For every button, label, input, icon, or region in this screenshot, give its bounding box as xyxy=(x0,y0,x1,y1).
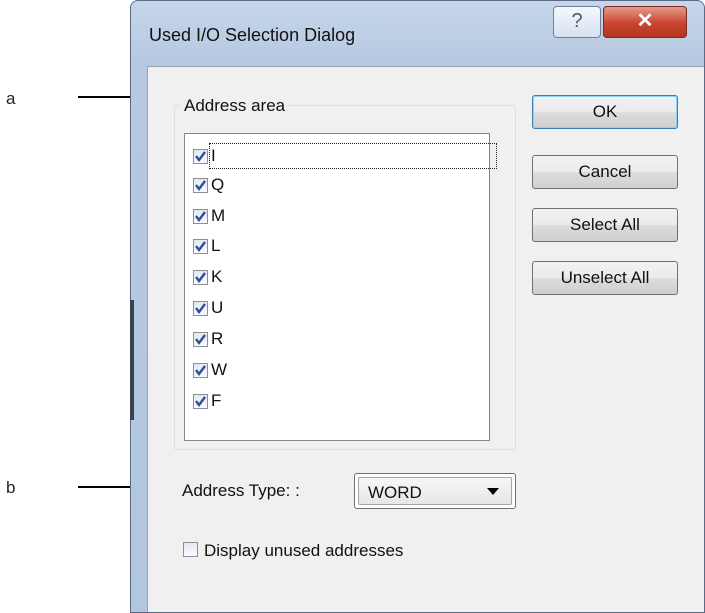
list-item-m[interactable]: M xyxy=(193,202,225,230)
checkbox-i[interactable] xyxy=(193,148,208,164)
list-item-label: I xyxy=(209,143,497,169)
check-icon xyxy=(195,179,206,191)
close-icon: ✕ xyxy=(636,10,654,32)
annotation-label-b: b xyxy=(6,478,16,497)
help-icon: ? xyxy=(571,10,583,32)
check-icon xyxy=(195,240,206,252)
select-all-button[interactable]: Select All xyxy=(532,208,678,242)
list-item-w[interactable]: W xyxy=(193,356,227,384)
display-unused-label: Display unused addresses xyxy=(204,541,404,560)
list-item-label: K xyxy=(211,267,223,286)
address-type-value: WORD xyxy=(368,483,422,502)
unselect-all-button[interactable]: Unselect All xyxy=(532,261,678,295)
list-item-l[interactable]: L xyxy=(193,232,220,260)
checkbox-w[interactable] xyxy=(193,362,208,378)
list-item-r[interactable]: R xyxy=(193,325,223,353)
check-icon xyxy=(195,210,206,222)
check-icon xyxy=(195,271,206,283)
address-area-label: Address area xyxy=(180,96,290,116)
check-icon xyxy=(195,364,206,376)
list-item-label: L xyxy=(211,236,221,255)
cancel-button[interactable]: Cancel xyxy=(532,155,678,189)
check-icon xyxy=(195,333,206,345)
list-item-q[interactable]: Q xyxy=(193,171,224,199)
annotation-label-a: a xyxy=(6,89,16,108)
help-button[interactable]: ? xyxy=(553,6,601,38)
dialog-title: Used I/O Selection Dialog xyxy=(149,25,356,45)
list-item-u[interactable]: U xyxy=(193,294,223,322)
list-item-i[interactable]: I xyxy=(193,142,497,170)
list-item-f[interactable]: F xyxy=(193,387,221,415)
list-item-label: M xyxy=(211,206,226,225)
checkbox-q[interactable] xyxy=(193,177,208,193)
check-icon xyxy=(195,395,206,407)
address-type-label: Address Type: : xyxy=(182,481,300,500)
ok-button[interactable]: OK xyxy=(532,95,678,129)
checkbox-l[interactable] xyxy=(193,238,208,254)
checkbox-m[interactable] xyxy=(193,208,208,224)
dialog-client-area: Address area I Q M L K U R W F OK Cancel… xyxy=(147,66,704,612)
address-type-select[interactable]: WORD xyxy=(354,473,516,509)
list-item-label: F xyxy=(211,391,222,410)
checkbox-k[interactable] xyxy=(193,269,208,285)
list-item-label: U xyxy=(211,298,224,317)
dialog-window: Used I/O Selection Dialog ? ✕ Address ar… xyxy=(130,0,705,613)
list-item-label: W xyxy=(211,360,228,379)
checkbox-r[interactable] xyxy=(193,331,208,347)
address-area-list[interactable]: I Q M L K U R W F xyxy=(184,133,497,441)
display-unused-checkbox[interactable] xyxy=(183,542,198,557)
check-icon xyxy=(195,150,206,162)
checkbox-u[interactable] xyxy=(193,300,208,316)
chevron-down-icon xyxy=(487,488,499,495)
list-item-k[interactable]: K xyxy=(193,263,222,291)
address-type-select-face: WORD xyxy=(358,477,512,505)
list-item-label: Q xyxy=(211,175,225,194)
close-button[interactable]: ✕ xyxy=(603,6,687,38)
list-item-label: R xyxy=(211,329,224,348)
check-icon xyxy=(195,302,206,314)
window-edge-shadow xyxy=(130,300,134,420)
checkbox-f[interactable] xyxy=(193,393,208,409)
